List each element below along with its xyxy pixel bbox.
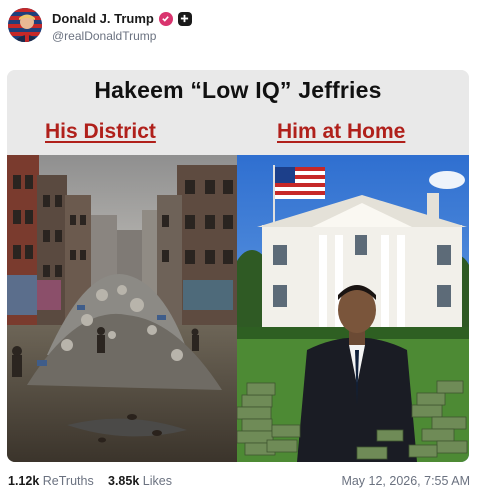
avatar[interactable]	[8, 8, 42, 42]
likes-stat[interactable]: 3.85k Likes	[108, 474, 172, 488]
home-mansion-image	[237, 155, 469, 462]
district-street-image	[7, 155, 237, 462]
author-name[interactable]: Donald J. Trump	[52, 11, 154, 26]
left-caption: His District	[45, 120, 156, 143]
retruths-count: 1.12k	[8, 474, 40, 488]
right-caption: Him at Home	[277, 120, 406, 143]
retruths-label: ReTruths	[42, 474, 94, 488]
author-handle[interactable]: @realDonaldTrump	[52, 29, 156, 43]
likes-count: 3.85k	[108, 474, 140, 488]
likes-label: Likes	[142, 474, 172, 488]
truth-social-icon	[177, 11, 192, 26]
post-header: Donald J. Trump @realDonaldTrump	[8, 6, 468, 46]
post-timestamp[interactable]: May 12, 2026, 7:55 AM	[341, 474, 470, 488]
post-image[interactable]: Hakeem “Low IQ” Jeffries His District Hi…	[7, 70, 469, 462]
meme-title: Hakeem “Low IQ” Jeffries	[94, 77, 382, 103]
retruths-stat[interactable]: 1.12k ReTruths	[8, 474, 94, 488]
verified-badge-icon	[158, 11, 173, 26]
